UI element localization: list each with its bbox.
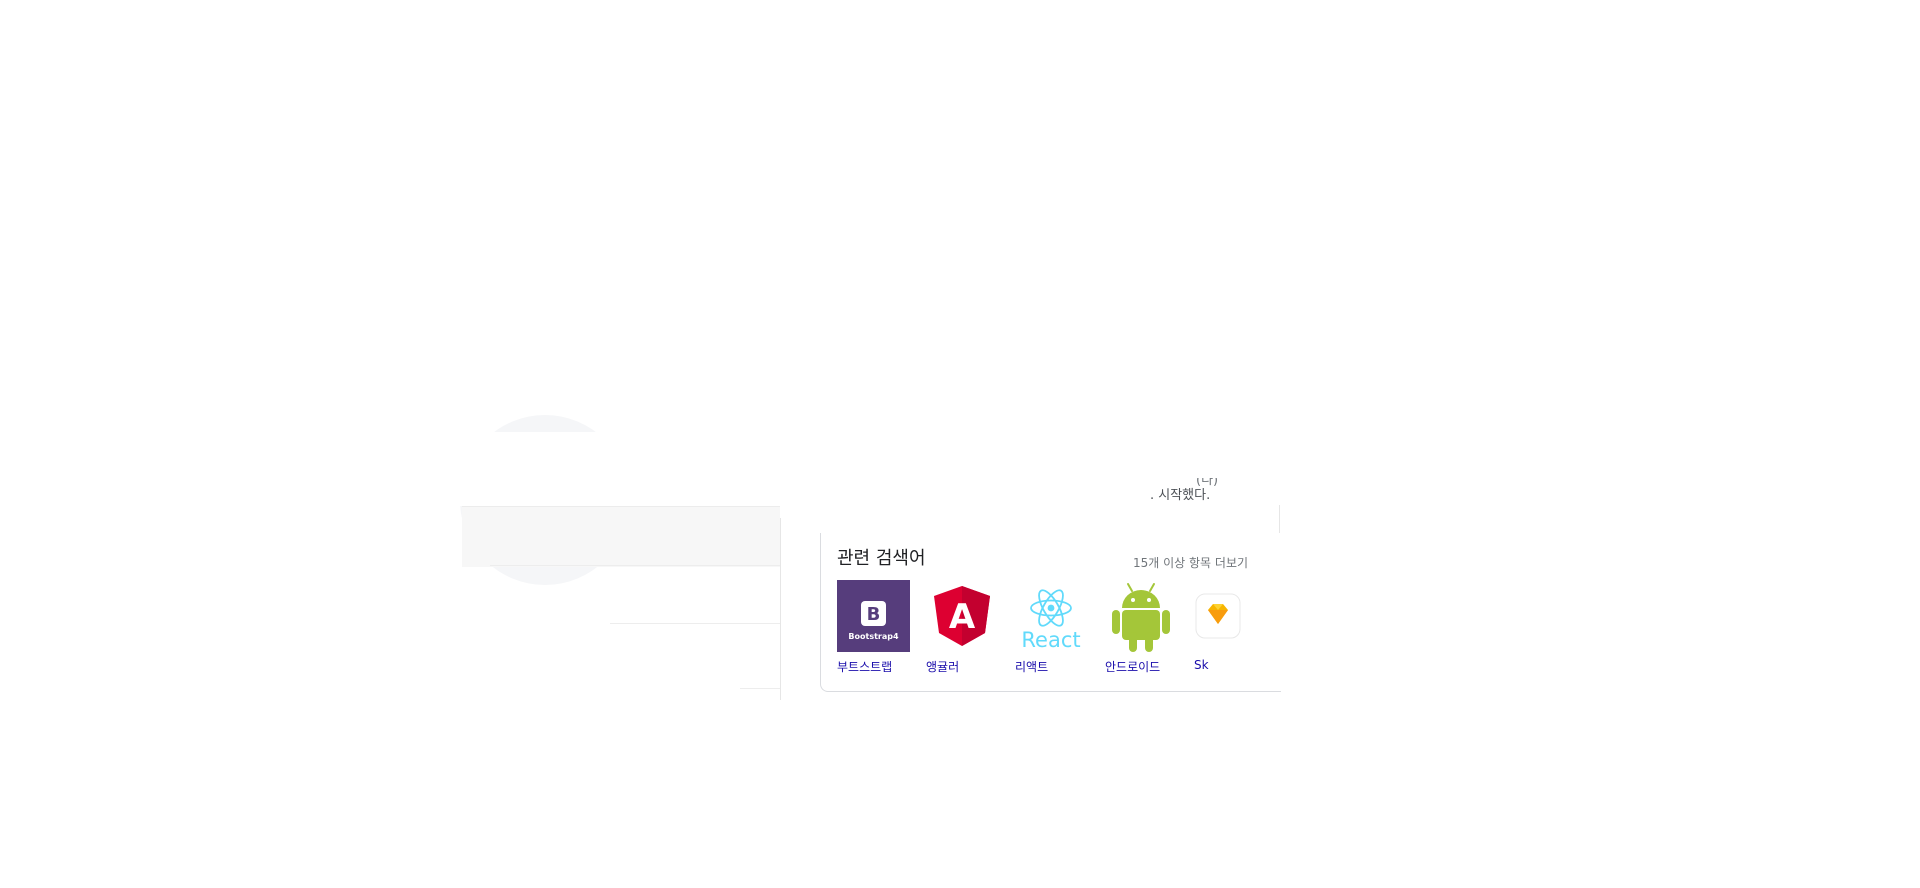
divider [740, 688, 780, 689]
snippet-fragment-text: . 시작했다. [1150, 488, 1211, 503]
snippet-fragment: (다) . 시작했다. [1150, 478, 1280, 504]
related-entity-sketch[interactable]: Sk [1194, 580, 1244, 680]
column-divider [780, 518, 781, 700]
divider [490, 565, 780, 566]
related-entity-label: 앵귤러 [926, 660, 960, 674]
angular-logo-letter: A [949, 597, 976, 637]
related-searches-card: 관련 검색어 15개 이상 항목 더보기 B Bootstrap4 부트스트랩 [820, 533, 1281, 692]
related-entity-android[interactable]: 안드로이드 [1105, 580, 1185, 680]
bootstrap-logo-icon: B Bootstrap4 [837, 580, 910, 652]
related-entity-react[interactable]: React 리액트 [1015, 580, 1095, 680]
page-canvas: (다) . 시작했다. 관련 검색어 15개 이상 항목 더보기 B Boots… [0, 0, 1920, 888]
related-entity-label: 부트스트랩 [837, 660, 893, 674]
angular-logo-icon: A [926, 580, 998, 652]
related-entity-angular[interactable]: A 앵귤러 [926, 580, 1006, 680]
android-logo-icon [1105, 580, 1177, 652]
related-entity-label: 안드로이드 [1105, 660, 1161, 674]
related-entity-label: 리액트 [1015, 660, 1049, 674]
more-items-link[interactable]: 15개 이상 항목 더보기 [1133, 554, 1248, 571]
related-searches-title: 관련 검색어 [837, 548, 926, 569]
related-entity-label: Sk [1194, 658, 1209, 672]
label-clip: Sk [1194, 658, 1212, 676]
bootstrap-logo-letter: B [867, 604, 881, 625]
placeholder-band [440, 432, 780, 506]
related-entity-bootstrap[interactable]: B Bootstrap4 부트스트랩 [837, 580, 917, 680]
card-fade [1121, 683, 1281, 691]
bootstrap-logo-caption: Bootstrap4 [848, 632, 899, 641]
related-entity-row: B Bootstrap4 부트스트랩 A 앵귤러 React 리액트 안드로이드… [837, 580, 1277, 680]
divider [610, 623, 780, 624]
placeholder-panel [462, 506, 780, 567]
react-logo-wordmark: React [1021, 628, 1080, 652]
sketch-logo-icon [1194, 580, 1242, 652]
react-logo-icon: React [1015, 580, 1087, 652]
